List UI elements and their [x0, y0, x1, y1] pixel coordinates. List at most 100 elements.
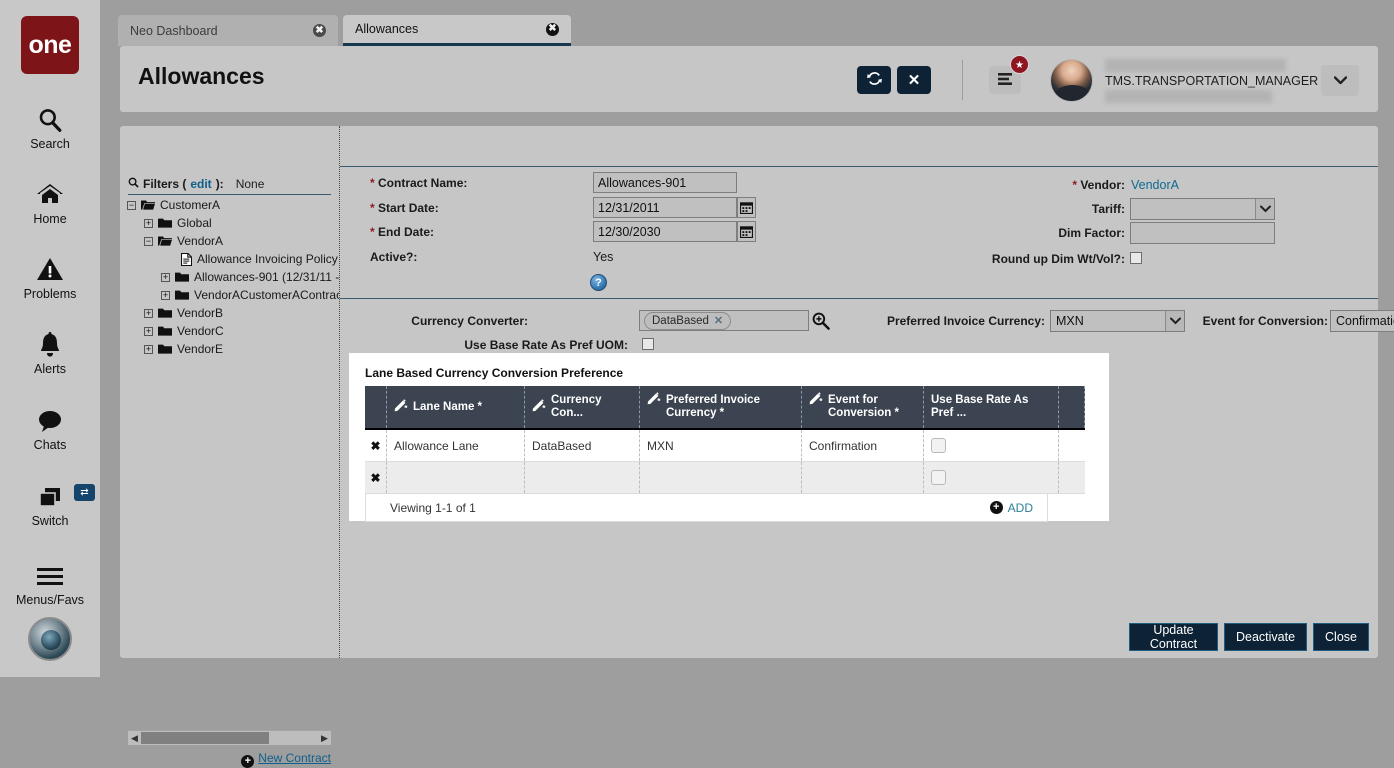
row-delete-cell[interactable]: ✖	[365, 430, 387, 461]
scrollbar-thumb[interactable]	[141, 732, 269, 744]
start-date-label: Start Date:	[378, 201, 439, 215]
tree-node-vendorb[interactable]: + VendorB	[127, 304, 339, 322]
cell-event-for-conversion[interactable]	[802, 462, 924, 493]
cell-use-base-rate[interactable]	[924, 462, 1059, 493]
help-icon[interactable]: ?	[590, 274, 607, 291]
new-contract-action[interactable]: +New Contract	[128, 751, 331, 768]
update-contract-button[interactable]: Update Contract	[1129, 623, 1218, 651]
table-row[interactable]: ✖	[365, 462, 1085, 494]
user-menu-caret-button[interactable]	[1321, 65, 1359, 96]
row-delete-cell[interactable]: ✖	[365, 462, 387, 493]
rail-label-home: Home	[0, 212, 100, 226]
new-contract-link[interactable]: New Contract	[258, 751, 331, 765]
tree-toggle-icon[interactable]: +	[161, 291, 170, 300]
scroll-right-arrow-icon[interactable]: ▶	[318, 733, 331, 744]
cell-preferred-invoice-currency[interactable]	[640, 462, 802, 493]
rail-item-problems[interactable]: Problems	[0, 252, 100, 301]
tree-node-allowances-901[interactable]: + Allowances-901 (12/31/11 - 12	[127, 268, 339, 286]
tree-node-vendoracustomeracontract[interactable]: + VendorACustomerAContract-0	[127, 286, 339, 304]
tree-node-customera[interactable]: − CustomerA	[127, 196, 339, 214]
tree-toggle-icon[interactable]: +	[144, 309, 153, 318]
header-cell-event-for-conversion[interactable]: * Event for Conversion *	[802, 386, 924, 428]
search-icon	[0, 102, 100, 136]
cell-lane-name[interactable]	[387, 462, 525, 493]
folder-icon	[158, 217, 172, 229]
app-logo[interactable]: one	[21, 16, 79, 74]
cell-currency-converter[interactable]: DataBased	[525, 430, 640, 461]
filters-edit-link[interactable]: edit	[190, 177, 211, 191]
rail-item-menus-favs[interactable]: Menus/Favs	[0, 558, 100, 607]
tree-toggle-icon[interactable]: −	[127, 201, 136, 210]
cell-lane-name[interactable]: Allowance Lane	[387, 430, 525, 461]
tree-toggle-icon[interactable]: +	[144, 345, 153, 354]
currency-converter-search-button[interactable]	[811, 311, 830, 333]
tab-allowances[interactable]: Allowances ✖	[343, 15, 571, 46]
rail-label-menus-favs: Menus/Favs	[0, 593, 100, 607]
preferred-invoice-currency-select[interactable]: MXN	[1050, 310, 1185, 332]
header-cell-use-base-rate[interactable]: Use Base Rate As Pref ...	[924, 386, 1059, 428]
cell-event-for-conversion[interactable]: Confirmation	[802, 430, 924, 461]
svg-text:*: *	[542, 403, 546, 412]
header-cell-lane-name[interactable]: * Lane Name *	[387, 386, 525, 428]
end-date-calendar-button[interactable]	[737, 221, 756, 242]
contract-name-input[interactable]	[593, 172, 737, 193]
tree-toggle-icon[interactable]: +	[161, 273, 170, 282]
delete-row-icon[interactable]: ✖	[370, 471, 380, 485]
header-cell-currency-converter[interactable]: * Currency Con...	[525, 386, 640, 428]
refresh-button[interactable]	[857, 66, 891, 94]
currency-converter-token[interactable]: DataBased ✕	[644, 312, 731, 330]
bell-icon	[0, 327, 100, 361]
token-remove-icon[interactable]: ✕	[714, 314, 723, 327]
scroll-left-arrow-icon[interactable]: ◀	[128, 733, 141, 744]
chevron-down-icon[interactable]	[1255, 199, 1274, 219]
rail-avatar[interactable]	[28, 617, 72, 661]
close-button[interactable]: Close	[1313, 623, 1369, 651]
tree-toggle-icon[interactable]: −	[144, 237, 153, 246]
tree-node-allowance-invoicing-policy[interactable]: Allowance Invoicing Policy	[127, 250, 339, 268]
chevron-down-icon[interactable]	[1165, 311, 1184, 331]
filters-row: Filters ( edit ): None	[128, 174, 331, 195]
tab-close-icon[interactable]: ✖	[313, 24, 326, 37]
start-date-calendar-button[interactable]	[737, 197, 756, 218]
tree-node-vendora[interactable]: − VendorA	[127, 232, 339, 250]
dim-factor-input[interactable]	[1130, 222, 1275, 244]
switch-badge[interactable]: ⇄	[74, 484, 95, 501]
tree-node-global[interactable]: + Global	[127, 214, 339, 232]
header-cell-label: Preferred Invoice Currency *	[666, 394, 794, 420]
deactivate-button[interactable]: Deactivate	[1224, 623, 1307, 651]
tree-horizontal-scrollbar[interactable]: ◀ ▶	[128, 730, 331, 745]
add-row-button[interactable]: + ADD	[990, 501, 1033, 515]
currency-converter-token-field[interactable]: DataBased ✕	[639, 310, 809, 331]
table-row[interactable]: ✖ Allowance Lane DataBased MXN Confirmat…	[365, 430, 1085, 462]
close-page-button[interactable]: ✕	[897, 66, 931, 94]
cell-use-base-rate[interactable]	[924, 430, 1059, 461]
end-date-input[interactable]	[593, 221, 737, 242]
favorites-star-badge[interactable]: ★	[1010, 55, 1029, 74]
use-base-rate-row-checkbox[interactable]	[931, 438, 946, 453]
delete-row-icon[interactable]: ✖	[370, 439, 380, 453]
event-for-conversion-select[interactable]: Confirmation	[1330, 310, 1394, 332]
round-up-dim-checkbox[interactable]	[1130, 252, 1142, 264]
user-avatar[interactable]	[1050, 59, 1093, 102]
cell-preferred-invoice-currency[interactable]: MXN	[640, 430, 802, 461]
use-base-rate-row-checkbox[interactable]	[931, 470, 946, 485]
tree-toggle-icon[interactable]: +	[144, 219, 153, 228]
rail-item-alerts[interactable]: Alerts	[0, 327, 100, 376]
tab-close-icon[interactable]: ✖	[546, 23, 559, 36]
plus-icon: +	[990, 501, 1003, 514]
rail-label-search: Search	[0, 137, 100, 151]
tree-node-vendore[interactable]: + VendorE	[127, 340, 339, 358]
tariff-select[interactable]	[1130, 198, 1275, 220]
hamburger-icon	[0, 558, 100, 592]
tree-toggle-icon[interactable]: +	[144, 327, 153, 336]
header-cell-preferred-invoice-currency[interactable]: * Preferred Invoice Currency *	[640, 386, 802, 428]
rail-item-search[interactable]: Search	[0, 102, 100, 151]
cell-currency-converter[interactable]	[525, 462, 640, 493]
tree-node-vendorc[interactable]: + VendorC	[127, 322, 339, 340]
rail-item-home[interactable]: Home	[0, 177, 100, 226]
use-base-rate-checkbox[interactable]	[642, 338, 654, 350]
vendor-value-link[interactable]: VendorA	[1131, 178, 1179, 192]
tab-neo-dashboard[interactable]: Neo Dashboard ✖	[118, 15, 338, 46]
rail-item-chats[interactable]: Chats	[0, 403, 100, 452]
start-date-input[interactable]	[593, 197, 737, 218]
